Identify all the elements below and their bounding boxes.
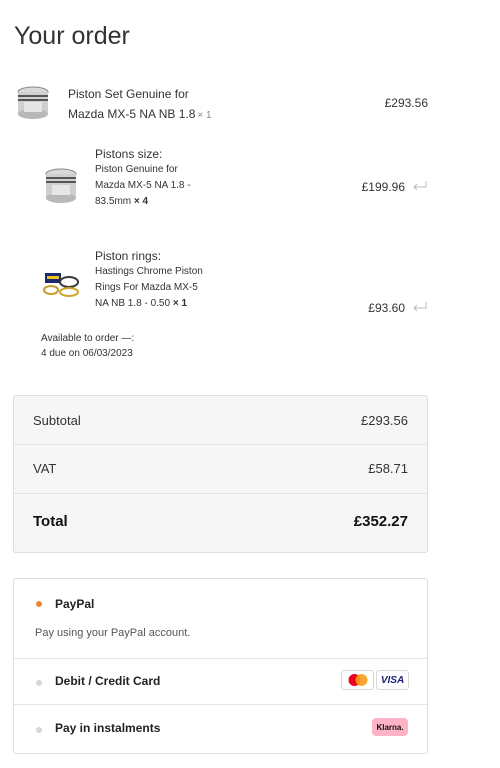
availability-line: Available to order —: bbox=[41, 333, 135, 344]
sub-item-pistons: Pistons size: Piston Genuine for Mazda M… bbox=[95, 146, 265, 210]
availability-note: Available to order —: 4 due on 06/03/202… bbox=[41, 331, 134, 361]
mastercard-icon bbox=[341, 670, 374, 690]
vat-row: VAT £58.71 bbox=[14, 445, 427, 494]
vat-value: £58.71 bbox=[368, 461, 408, 476]
main-item-name: Piston Set Genuine for Mazda MX-5 NA NB … bbox=[68, 84, 328, 126]
sub-item-line: Mazda MX-5 NA 1.8 - bbox=[95, 180, 191, 191]
instalments-label: Pay in instalments bbox=[55, 721, 161, 735]
main-item-qty: × 1 bbox=[197, 110, 212, 121]
sub-item-label: Pistons size: bbox=[95, 147, 163, 161]
visa-text: VISA bbox=[380, 674, 405, 686]
sub-item-price: £93.60 bbox=[368, 301, 405, 315]
availability-line: 4 due on 06/03/2023 bbox=[41, 348, 133, 359]
payment-option-card[interactable]: Debit / Credit Card VISA bbox=[14, 659, 427, 705]
sub-item-price: £199.96 bbox=[361, 180, 405, 194]
sub-item-line: NA NB 1.8 - 0.50 bbox=[95, 298, 171, 309]
total-label: Total bbox=[33, 513, 68, 530]
subtotal-value: £293.56 bbox=[361, 413, 408, 428]
klarna-badge: Klarna. bbox=[372, 718, 408, 736]
subtotal-row: Subtotal £293.56 bbox=[14, 396, 427, 445]
paypal-radio[interactable] bbox=[36, 601, 42, 607]
piston-rings-image bbox=[42, 271, 82, 299]
paypal-label: PayPal bbox=[55, 597, 95, 611]
vat-label: VAT bbox=[33, 461, 57, 476]
totals-panel: Subtotal £293.56 VAT £58.71 Total £352.2… bbox=[13, 395, 428, 553]
card-label: Debit / Credit Card bbox=[55, 674, 161, 688]
page-title: Your order bbox=[14, 22, 130, 50]
main-item-price: £293.56 bbox=[384, 96, 428, 110]
sub-item-rings: Piston rings: Hastings Chrome Piston Rin… bbox=[95, 248, 265, 312]
paypal-description: Pay using your PayPal account. bbox=[35, 627, 191, 639]
main-item-name-line1: Piston Set Genuine for bbox=[68, 87, 189, 101]
return-arrow-icon bbox=[412, 179, 428, 197]
subtotal-label: Subtotal bbox=[33, 413, 81, 428]
piston-image bbox=[43, 166, 79, 206]
sub-item-qty: × 4 bbox=[133, 196, 149, 207]
payment-methods: PayPal Pay using your PayPal account. De… bbox=[13, 578, 428, 754]
card-radio[interactable] bbox=[36, 680, 42, 686]
total-value: £352.27 bbox=[353, 513, 408, 530]
piston-set-image bbox=[16, 84, 52, 122]
visa-icon: VISA bbox=[376, 670, 409, 690]
sub-item-line: Rings For Mazda MX-5 bbox=[95, 282, 198, 293]
sub-item-qty: × 1 bbox=[172, 298, 188, 309]
sub-item-line: 83.5mm bbox=[95, 196, 132, 207]
return-arrow-icon bbox=[412, 300, 428, 318]
total-row: Total £352.27 bbox=[14, 494, 427, 552]
payment-option-instalments[interactable]: Pay in instalments Klarna. bbox=[14, 705, 427, 753]
payment-option-paypal[interactable]: PayPal Pay using your PayPal account. bbox=[14, 579, 427, 659]
instalments-radio[interactable] bbox=[36, 727, 42, 733]
main-item-name-line2: Mazda MX-5 NA NB 1.8 bbox=[68, 107, 196, 121]
sub-item-label: Piston rings: bbox=[95, 249, 162, 263]
sub-item-line: Piston Genuine for bbox=[95, 164, 178, 175]
sub-item-line: Hastings Chrome Piston bbox=[95, 266, 203, 277]
